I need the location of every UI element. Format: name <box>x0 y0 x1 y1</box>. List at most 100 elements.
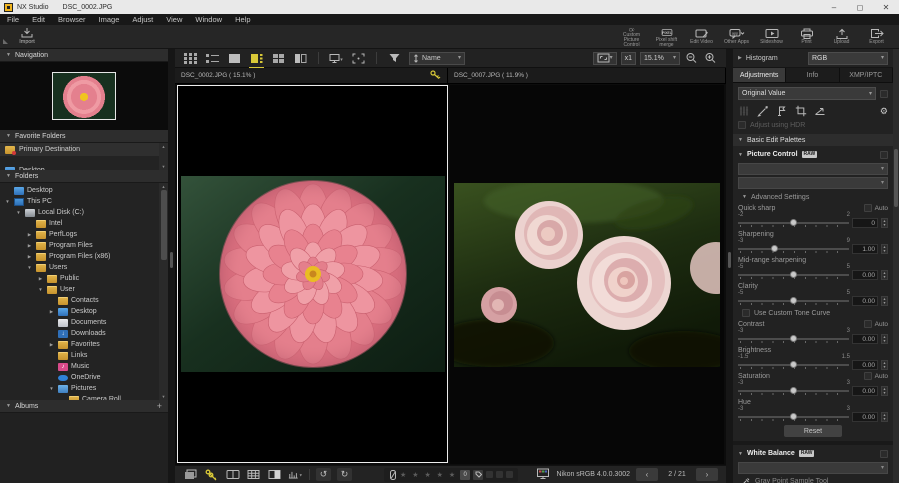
straighten-icon[interactable] <box>814 105 826 117</box>
expander-icon[interactable]: ▶ <box>26 243 33 249</box>
add-album-button[interactable]: + <box>157 401 162 411</box>
tree-item-intel[interactable]: Intel <box>0 218 159 229</box>
minimize-button[interactable]: – <box>821 3 847 12</box>
image-tab-dsc0007[interactable]: DSC_0007.JPG ( 11.9% ) <box>448 68 726 83</box>
preset-dropdown[interactable]: Original Value ▾ <box>738 87 876 100</box>
grid-view-icon[interactable] <box>183 51 198 66</box>
favorite-folders-section-header[interactable]: ▼ Favorite Folders <box>0 130 168 143</box>
menu-help[interactable]: Help <box>235 15 250 24</box>
navigation-section-header[interactable]: ▼ Navigation <box>0 49 168 62</box>
white-balance-dropdown[interactable]: ▾ <box>738 462 888 474</box>
menu-edit[interactable]: Edit <box>32 15 45 24</box>
spinner-control[interactable]: ▲▼ <box>881 244 888 254</box>
tree-item-local-disk-c[interactable]: ▼Local Disk (C:) <box>0 207 159 218</box>
split-view-icon[interactable] <box>293 51 308 66</box>
folders-section-header[interactable]: ▼ Folders <box>0 170 168 183</box>
tree-item-downloads[interactable]: ↓Downloads <box>0 328 159 339</box>
hdr-checkbox[interactable] <box>738 121 746 129</box>
menu-image[interactable]: Image <box>99 15 120 24</box>
preset-checkbox[interactable] <box>880 90 888 98</box>
tree-item-pictures[interactable]: ▼Pictures <box>0 383 159 394</box>
auto-checkbox[interactable] <box>864 320 872 328</box>
slider-track[interactable] <box>738 334 849 344</box>
upload-button[interactable]: Upload <box>825 26 858 48</box>
expander-icon[interactable]: ▼ <box>48 386 55 391</box>
expander-icon[interactable]: ▶ <box>37 276 44 282</box>
spinner-control[interactable]: ▲▼ <box>881 334 888 344</box>
splitter-grip[interactable] <box>170 252 173 268</box>
star-rating[interactable]: ★ ★ ★ ★ ★ <box>400 471 457 479</box>
other-apps-button[interactable]: app Other Apps <box>720 26 753 48</box>
picture-control-header[interactable]: ▼ Picture Control RAW <box>738 148 888 161</box>
maximize-button[interactable]: ◻ <box>847 3 873 12</box>
reset-button[interactable]: Reset <box>784 425 842 437</box>
import-button[interactable]: Import <box>12 27 42 47</box>
panel-scrollbar[interactable] <box>893 49 899 483</box>
expander-icon[interactable]: ▶ <box>26 232 33 238</box>
tree-item-onedrive[interactable]: OneDrive <box>0 372 159 383</box>
image-pane-selected[interactable] <box>177 85 448 463</box>
edit-video-button[interactable]: Edit Video <box>685 26 718 48</box>
list-view-icon[interactable] <box>205 51 220 66</box>
picture-control-sub-dropdown[interactable]: ▾ <box>738 177 888 189</box>
histogram-channel-dropdown[interactable]: RGB ▾ <box>808 52 888 65</box>
expander-icon[interactable]: ▶ <box>48 309 55 315</box>
favorite-item[interactable]: Primary Destination <box>0 143 168 156</box>
navigation-thumbnail[interactable] <box>52 72 116 120</box>
tree-item-user[interactable]: ▼User <box>0 284 159 295</box>
fullscreen-icon[interactable] <box>351 51 366 66</box>
image-tab-dsc0002[interactable]: DSC_0002.JPG ( 15.1% ) <box>175 68 448 83</box>
spinner-control[interactable]: ▲▼ <box>881 218 888 228</box>
zoom-out-icon[interactable] <box>684 51 699 66</box>
protect-keys-icon[interactable] <box>204 468 219 482</box>
slider-track[interactable] <box>738 360 849 370</box>
image-filmstrip-view-icon[interactable] <box>249 51 264 66</box>
filter-icon[interactable] <box>387 51 402 66</box>
levels-tool-icon[interactable] <box>738 105 750 117</box>
tree-item-contacts[interactable]: Contacts <box>0 295 159 306</box>
gear-icon[interactable]: ⚙ <box>880 106 888 117</box>
auto-checkbox[interactable] <box>864 204 872 212</box>
tree-item-perflogs[interactable]: ▶PerfLogs <box>0 229 159 240</box>
slider-track[interactable] <box>738 218 849 228</box>
tree-item-program-files-x86[interactable]: ▶Program Files (x86) <box>0 251 159 262</box>
expander-icon[interactable]: ▼ <box>15 210 22 215</box>
spinner-control[interactable]: ▲▼ <box>881 412 888 422</box>
slider-track[interactable] <box>738 244 849 254</box>
spinner-control[interactable]: ▲▼ <box>881 360 888 370</box>
slider-track[interactable] <box>738 412 849 422</box>
zoom-1to1-button[interactable]: x1 <box>621 52 636 65</box>
rotate-cw-button[interactable]: ↻ <box>337 468 352 481</box>
scrollbar-thumb[interactable] <box>161 190 167 260</box>
compare-icon[interactable] <box>225 468 240 482</box>
slider-track[interactable] <box>738 386 849 396</box>
single-view-icon[interactable] <box>227 51 242 66</box>
auto-option[interactable]: Auto <box>864 204 888 212</box>
tree-item-documents[interactable]: Documents <box>0 317 159 328</box>
close-button[interactable]: ✕ <box>873 3 899 12</box>
tab-info[interactable]: Info <box>786 68 839 82</box>
white-balance-checkbox[interactable] <box>880 450 888 458</box>
label-marker-icon[interactable] <box>486 471 493 478</box>
scroll-up-icon[interactable]: ▲ <box>162 184 166 189</box>
label-marker-icon[interactable] <box>506 471 513 478</box>
folders-scrollbar[interactable]: ▲ ▼ <box>159 183 168 400</box>
scroll-down-icon[interactable]: ▼ <box>162 394 166 399</box>
auto-checkbox[interactable] <box>864 372 872 380</box>
thumbnail-grid-icon[interactable] <box>246 468 261 482</box>
tab-xmp-iptc[interactable]: XMP/IPTC <box>840 68 893 82</box>
pixel-shift-merge-button[interactable]: PIXEL Pixel shift merge <box>650 26 683 48</box>
histogram-header[interactable]: ▶ Histogram RGB ▾ <box>733 49 893 68</box>
advanced-settings-header[interactable]: ▼ Advanced Settings <box>738 192 888 202</box>
tree-item-users[interactable]: ▼Users <box>0 262 159 273</box>
sort-dropdown[interactable]: Name ▾ <box>409 52 465 65</box>
left-splitter[interactable] <box>168 49 175 483</box>
menu-view[interactable]: View <box>166 15 182 24</box>
slider-track[interactable] <box>738 270 849 280</box>
tree-item-public[interactable]: ▶Public <box>0 273 159 284</box>
spinner-control[interactable]: ▲▼ <box>881 386 888 396</box>
histogram-overlay-dropdown[interactable]: ▾ <box>288 468 303 482</box>
no-rating-icon[interactable] <box>389 470 397 480</box>
gray-point-tool[interactable]: Gray Point Sample Tool <box>738 476 888 483</box>
next-image-button[interactable]: › <box>696 468 718 481</box>
